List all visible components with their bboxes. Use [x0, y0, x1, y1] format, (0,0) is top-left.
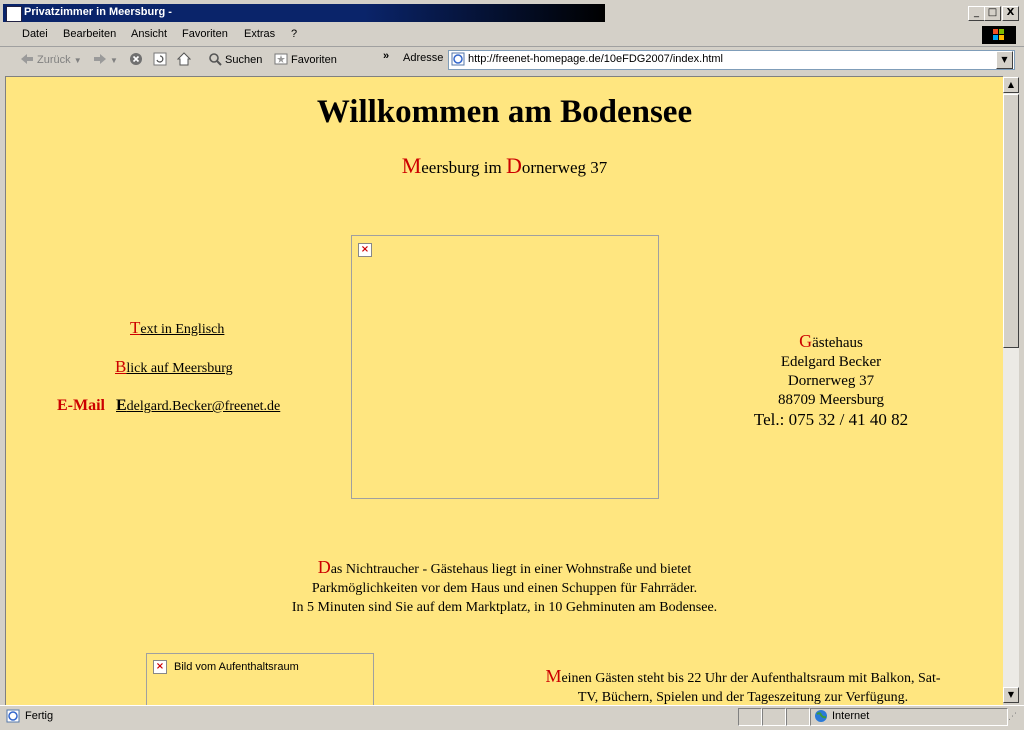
toolbar-chevron[interactable]: » — [383, 50, 389, 62]
scroll-down-button[interactable]: ▼ — [1003, 687, 1019, 703]
page-icon — [451, 52, 465, 69]
address-label: Adresse — [403, 52, 444, 64]
email-link[interactable]: Edelgard.Becker@freenet.de — [116, 397, 280, 415]
link-view-meersburg[interactable]: Blick auf Meersburg — [115, 357, 233, 377]
stop-icon — [129, 52, 143, 66]
contact-address: Gästehaus Edelgard Becker Dornerweg 37 8… — [706, 332, 956, 430]
view-label: lick auf Meersburg — [126, 361, 233, 376]
lounge-image-alt: Bild vom Aufenthaltsraum — [174, 661, 299, 673]
scrollbar-thumb[interactable] — [1003, 94, 1019, 348]
close-button[interactable]: X — [1002, 6, 1019, 21]
window-title: Privatzimmer in Meersburg - — [24, 6, 172, 18]
english-label: ext in Englisch — [140, 322, 225, 337]
menu-favoriten[interactable]: Favoriten — [182, 28, 228, 40]
back-label: Zurück — [37, 54, 71, 66]
email-address: delgard.Becker@freenet.de — [126, 399, 281, 414]
search-button[interactable]: Suchen — [208, 52, 262, 66]
internet-globe-icon — [814, 709, 828, 726]
subtitle-initial-m: M — [401, 153, 422, 178]
scroll-up-button[interactable]: ▲ — [1003, 77, 1019, 93]
menu-ansicht[interactable]: Ansicht — [131, 28, 167, 40]
email-label: E-Mail — [57, 397, 105, 414]
guesthouse-initial: G — [799, 331, 813, 351]
description-line1: as Nichtraucher - Gästehaus liegt in ein… — [330, 562, 692, 577]
description-line3: In 5 Minuten sind Sie auf dem Marktplatz… — [291, 600, 718, 615]
resize-grip-icon[interactable]: ⋰ — [1008, 712, 1017, 722]
page-subtitle: Meersburg im Dornerweg 37 — [6, 153, 1003, 179]
maximize-button[interactable]: □ — [984, 6, 1001, 21]
page-heading: Willkommen am Bodensee — [316, 94, 693, 130]
owner-name: Edelgard Becker — [780, 354, 882, 370]
guesthouse-label: Gästehaus — [706, 332, 956, 353]
description: Das Nichtraucher - Gästehaus liegt in ei… — [6, 558, 1003, 617]
search-icon — [208, 52, 222, 66]
status-panel — [762, 708, 786, 726]
search-label: Suchen — [225, 54, 263, 66]
subtitle-initial-d: D — [505, 153, 522, 178]
broken-image-icon: × — [153, 660, 167, 674]
city: 88709 Meersburg — [778, 392, 884, 408]
windows-logo-icon — [982, 26, 1016, 44]
status-panel — [786, 708, 810, 726]
english-initial: T — [130, 318, 141, 337]
menu-bearbeiten[interactable]: Bearbeiten — [63, 28, 116, 40]
forward-arrow-icon — [93, 52, 107, 66]
guesthouse-rest: ästehaus — [812, 335, 863, 351]
view-initial: B — [115, 357, 127, 376]
phone: Tel.: 075 32 / 41 40 82 — [753, 410, 909, 429]
link-text-english[interactable]: Text in Englisch — [130, 318, 224, 338]
street: Dornerweg 37 — [787, 373, 875, 389]
favorites-star-icon — [274, 52, 288, 66]
back-arrow-icon — [20, 52, 34, 66]
status-panel — [738, 708, 762, 726]
zone-text: Internet — [832, 710, 870, 722]
address-url[interactable]: http://freenet-homepage.de/10eFDG2007/in… — [468, 53, 723, 65]
description-initial: D — [317, 557, 331, 577]
guests-line2: TV, Büchern, Spielen und der Tageszeitun… — [577, 690, 909, 705]
home-button[interactable] — [176, 52, 194, 66]
status-page-icon — [6, 709, 20, 726]
menu-datei[interactable]: Datei — [22, 28, 48, 40]
forward-button[interactable]: ▼ — [93, 52, 118, 66]
refresh-button[interactable] — [153, 52, 170, 66]
back-button[interactable]: Zurück ▼ — [20, 52, 82, 66]
guests-line1: einen Gästen steht bis 22 Uhr der Aufent… — [561, 671, 941, 686]
email-initial: E — [116, 397, 127, 414]
image-placeholder: × — [351, 235, 659, 499]
minimize-button[interactable]: _ — [968, 6, 985, 21]
page-content: Willkommen am Bodensee Meersburg im Dorn… — [5, 76, 1003, 705]
home-icon — [176, 52, 192, 66]
guests-initial: M — [545, 666, 562, 686]
broken-image-icon: × — [358, 243, 372, 257]
favorites-label: Favoriten — [291, 54, 337, 66]
guests-info: Meinen Gästen steht bis 22 Uhr der Aufen… — [518, 666, 968, 706]
favorites-button[interactable]: Favoriten — [274, 52, 337, 66]
status-text: Fertig — [25, 710, 54, 722]
refresh-icon — [153, 52, 167, 66]
stop-button[interactable] — [129, 52, 146, 66]
subtitle-part2: ornerweg 37 — [521, 158, 608, 177]
description-line2: Parkmöglichkeiten vor dem Haus und einen… — [311, 581, 698, 596]
ie-window-icon[interactable] — [6, 6, 22, 22]
menu-help[interactable]: ? — [291, 28, 297, 40]
subtitle-part1: eersburg im — [421, 158, 506, 177]
address-dropdown-button[interactable]: ▼ — [996, 51, 1013, 69]
menu-extras[interactable]: Extras — [244, 28, 275, 40]
